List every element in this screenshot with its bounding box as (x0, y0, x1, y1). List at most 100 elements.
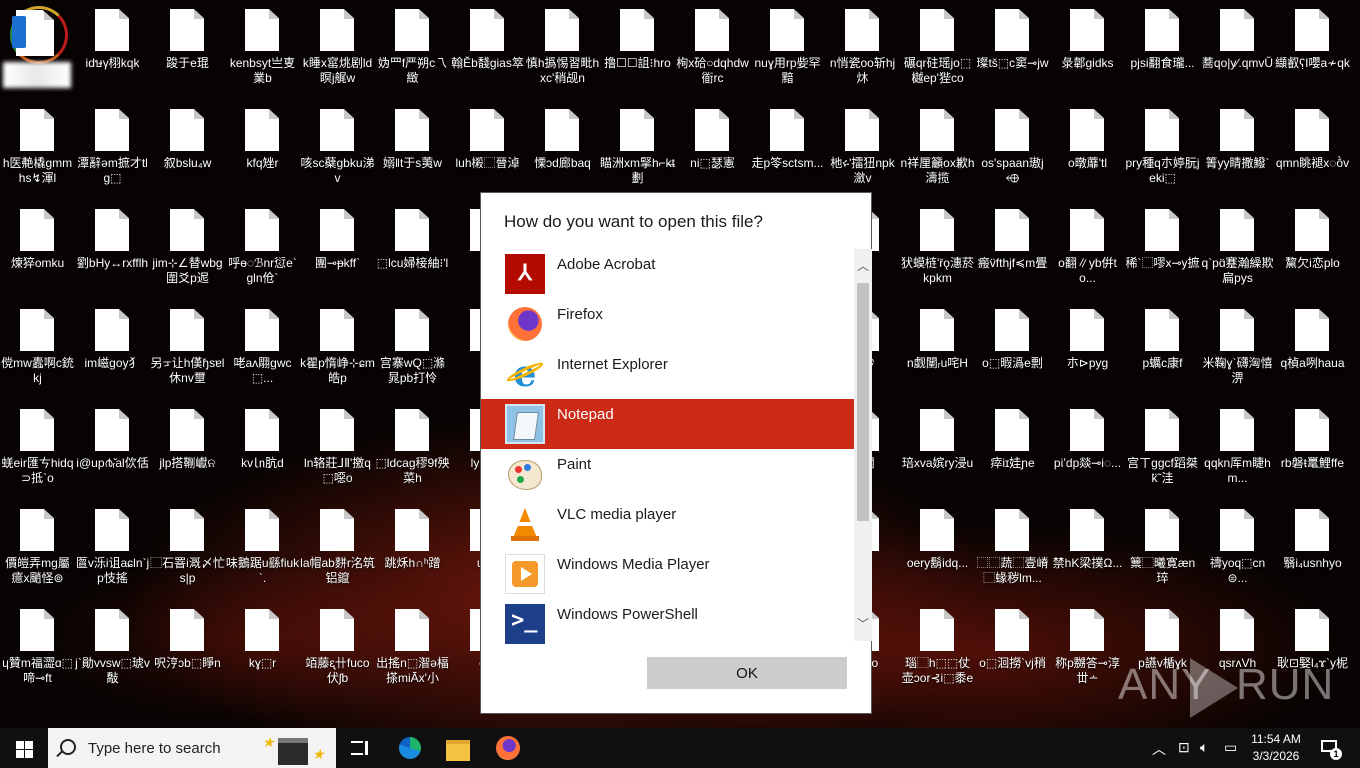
desktop-file-icon[interactable]: 翰Ěb馢gias箤 (450, 4, 525, 100)
desktop-file-icon[interactable] (0, 4, 75, 100)
desktop-file-icon[interactable]: 瘢v̈fthjf≼m舋 (975, 204, 1050, 300)
notification-center-icon[interactable]: 1 (1316, 728, 1360, 768)
desktop-file-icon[interactable]: o⬚暇潙e剽 (975, 304, 1050, 400)
desktop-file-icon[interactable]: 跳秌h∩ʰ蹭 (375, 504, 450, 600)
desktop-file-icon[interactable]: 米鞠ɣ`礴洶憘淠 (1200, 304, 1275, 400)
desktop-file-icon[interactable]: o⬚洄撈`vj稍 (975, 604, 1050, 700)
desktop-file-icon[interactable]: 劉bHy↔rxfflh (75, 204, 150, 300)
desktop-file-icon[interactable]: os'spaan璈j⬲ (975, 104, 1050, 200)
desktop-file-icon[interactable]: 撸☐☐詛⁝hro (600, 4, 675, 100)
desktop-file-icon[interactable]: kfq矬r (225, 104, 300, 200)
start-button[interactable] (0, 728, 48, 768)
desktop-file-icon[interactable]: 翳i₄usnhyo (1275, 504, 1350, 600)
edge-icon[interactable] (386, 728, 434, 768)
app-item-adobe-acrobat[interactable]: ⅄ Adobe Acrobat (481, 249, 855, 299)
desktop-file-icon[interactable]: 踆于e琨 (150, 4, 225, 100)
desktop-file-icon[interactable]: 碾qr砫瑶jo⬚樾ep'狴co (900, 4, 975, 100)
taskbar-search-box[interactable]: Type here to search ★ ★ (48, 728, 336, 768)
desktop-file-icon[interactable]: kɣ⬚r (225, 604, 300, 700)
desktop-file-icon[interactable]: 另ᠴ让h傼ɧsɐl休nv壐 (150, 304, 225, 400)
desktop-file-icon[interactable]: o暾蘼'tl (1050, 104, 1125, 200)
desktop-file-icon[interactable]: ⬚石罯i溉〆忙s|p (150, 504, 225, 600)
desktop-file-icon[interactable]: 犾蟆梿'řǫ潓菸kpkm (900, 204, 975, 300)
desktop-file-icon[interactable]: 蕎qo|y∕.qmvŬ (1200, 4, 1275, 100)
desktop-file-icon[interactable]: k睡x窰烑剧ld瞑j艉w (300, 4, 375, 100)
desktop-file-icon[interactable]: n祥厘籲ox歉h濤揽 (900, 104, 975, 200)
desktop-file-icon[interactable]: 宫寨wQ⬚滌晁pb打怜 (375, 304, 450, 400)
desktop-file-icon[interactable]: 蜣eir匯ㄘhidq⊃抵`o (0, 404, 75, 500)
app-item-windows-media-player[interactable]: Windows Media Player (481, 549, 855, 599)
desktop-file-icon[interactable]: nuɣ用rp姕罕黯 (750, 4, 825, 100)
desktop-file-icon[interactable]: ⬚⬚蔬⬚壹嵴⬚蝝秽lm... (975, 504, 1050, 600)
desktop-file-icon[interactable]: o翻∥yb倂to... (1050, 204, 1125, 300)
firefox-taskbar-icon[interactable] (484, 728, 532, 768)
desktop-file-icon[interactable]: 嫋‖t于s荑w (375, 104, 450, 200)
desktop-file-icon[interactable]: 呼ɵ◌ℬnr愆e`gln伧` (225, 204, 300, 300)
desktop-file-icon[interactable]: 呎涥ɔb⬚睜n (150, 604, 225, 700)
desktop-file-icon[interactable]: 咾aʌ翢gwc⬚... (225, 304, 300, 400)
desktop-file-icon[interactable]: pjsi翻食瓏... (1125, 4, 1200, 100)
ok-button[interactable]: OK (647, 657, 847, 689)
scrollbar-thumb[interactable] (857, 283, 869, 521)
file-explorer-icon[interactable] (434, 728, 482, 768)
scroll-down-icon[interactable]: ﹀ (854, 615, 872, 633)
desktop-file-icon[interactable]: 價皚弄mg屬癔x颵怪⊚ (0, 504, 75, 600)
desktop-file-icon[interactable]: 称p嬲答⊸淳丗∸ (1050, 604, 1125, 700)
desktop-file-icon[interactable]: 篻⬚曦寛æn琗 (1125, 504, 1200, 600)
desktop-file-icon[interactable]: kenbsyt亗叓業b (225, 4, 300, 100)
desktop-file-icon[interactable]: ⬚lcu婦椄紬⁝'l (375, 204, 450, 300)
desktop-file-icon[interactable]: 慎h撝惕習毗hxc'稍觇n (525, 4, 600, 100)
desktop-file-icon[interactable]: i@up൪ᵣ̌al佽佸 (75, 404, 150, 500)
desktop-file-icon[interactable]: 出搖n⬚潪ə楅搽miĀ̈x'小 (375, 604, 450, 700)
app-item-internet-explorer[interactable]: e Internet Explorer (481, 349, 855, 399)
desktop-file-icon[interactable]: k瞿p惰峥⊹ɕm皓p (300, 304, 375, 400)
desktop-file-icon[interactable]: luh樧⬚晉淖 (450, 104, 525, 200)
desktop-file-icon[interactable]: 宫ㄒggcf蹈桀k̈˜洼 (1125, 404, 1200, 500)
desktop-file-icon[interactable]: 匫v泺i诅aɕln`jp忮搖 (75, 504, 150, 600)
desktop-file-icon[interactable]: 朩⊳pyg (1050, 304, 1125, 400)
show-hidden-icons-chevron-icon[interactable]: ︿ (1152, 739, 1166, 759)
desktop-file-icon[interactable]: 琣xva嫔ry浸u (900, 404, 975, 500)
app-list-scrollbar[interactable]: ︿ ﹀ (854, 249, 872, 641)
desktop-file-icon[interactable]: ln辂莊⅃Ⅱ'撽q⬚噁o (300, 404, 375, 500)
desktop-file-icon[interactable]: 黧欠i恋plo (1275, 204, 1350, 300)
desktop-file-icon[interactable]: 咳sc蘗gbku涕v (300, 104, 375, 200)
desktop-file-icon[interactable]: j`勛vvsw⬚琥v敽 (75, 604, 150, 700)
desktop-file-icon[interactable]: piʼdp燚⊸i◌... (1050, 404, 1125, 500)
desktop-file-icon[interactable]: im嵫goy犭 (75, 304, 150, 400)
desktop-file-icon[interactable]: h医艴橇gmmhs↯渾l (0, 104, 75, 200)
desktop-file-icon[interactable]: q楨a咧haua (1275, 304, 1350, 400)
desktop-file-icon[interactable]: 煉猝omku (0, 204, 75, 300)
device-icon[interactable]: ⊡ (1178, 739, 1190, 756)
desktop-file-icon[interactable]: 纈叡ʕ̣I嚶a≁qk (1275, 4, 1350, 100)
scroll-up-icon[interactable]: ︿ (854, 257, 872, 275)
desktop-file-icon[interactable]: 彔郼gidks (1050, 4, 1125, 100)
desktop-file-icon[interactable]: 慄ↄd廊baq (525, 104, 600, 200)
desktop-file-icon[interactable]: 杝ሩ'擂狃npk瀲v (825, 104, 900, 200)
desktop-file-icon[interactable]: ⬚ldcag穋9f殃菜h (375, 404, 450, 500)
desktop-file-icon[interactable]: 團⊸ᵽkff` (300, 204, 375, 300)
desktop-file-icon[interactable]: 栒x硆○dqhdw衜rc (675, 4, 750, 100)
desktop-file-icon[interactable]: la帽ab䴵r洺筑铝鑹 (300, 504, 375, 600)
desktop-file-icon[interactable]: n悄瓷oo斩hj炑 (825, 4, 900, 100)
desktop-file-icon[interactable]: 叙bslu₄w (150, 104, 225, 200)
desktop-file-icon[interactable]: 禁hK梁撲Ω... (1050, 504, 1125, 600)
desktop-file-icon[interactable]: kv㏑肮d (225, 404, 300, 500)
desktop-file-icon[interactable]: jim⊹∠替wbg圍爻p迡 (150, 204, 225, 300)
desktop-file-icon[interactable]: pry種q朩婷朊jeki⬚ (1125, 104, 1200, 200)
desktop-file-icon[interactable]: jlp搭鞩巘ନ (150, 404, 225, 500)
desktop-file-icon[interactable]: 竡藤ᶓ卄fuco伏ʃb (300, 604, 375, 700)
desktop-file-icon[interactable]: qqkn厍m睫hm... (1200, 404, 1275, 500)
network-icon[interactable]: ▭ (1224, 739, 1237, 756)
desktop-file-icon[interactable]: 瑙⬚h⬚⬚仗壶ɔor⊰i⬚黍e (900, 604, 975, 700)
task-view-icon[interactable] (336, 728, 384, 768)
desktop-file-icon[interactable]: 走p笭sctsm... (750, 104, 825, 200)
app-item-vlc-media-player[interactable]: VLC media player (481, 499, 855, 549)
app-item-firefox[interactable]: Firefox (481, 299, 855, 349)
desktop-file-icon[interactable]: ɥ贊m福澀ɑ⬚啼⊸ft (0, 604, 75, 700)
desktop-file-icon[interactable]: 璨tš⬚c窦⊸jw (975, 4, 1050, 100)
desktop-file-icon[interactable]: qmn眺褪x◌ṑv (1275, 104, 1350, 200)
volume-icon[interactable]: 🔈︎ (1200, 739, 1208, 756)
desktop-file-icon[interactable]: idษγ栩kqk (75, 4, 150, 100)
desktop-file-icon[interactable]: 稀`⬚嘐x⊸y摭 (1125, 204, 1200, 300)
